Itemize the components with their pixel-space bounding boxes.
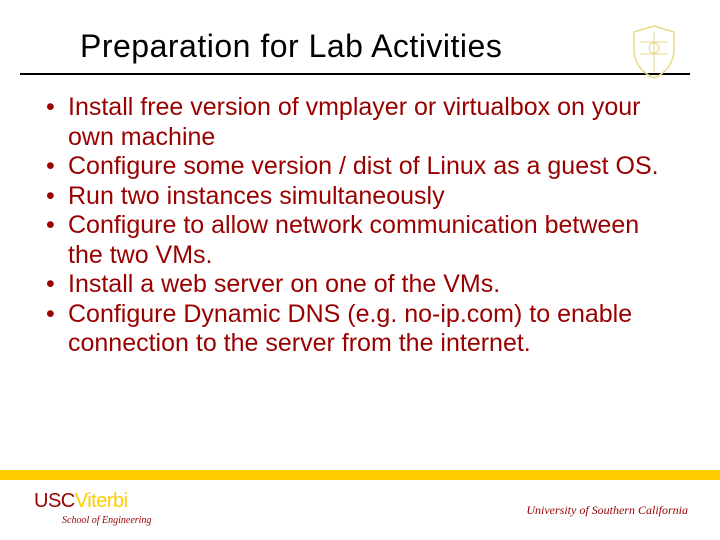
logo-viterbi-text: Viterbi — [75, 490, 128, 512]
list-item: Configure to allow network communication… — [40, 211, 680, 270]
bullet-list: Install free version of vmplayer or virt… — [40, 93, 680, 359]
list-item: Run two instances simultaneously — [40, 182, 680, 212]
university-name: University of Southern California — [526, 503, 688, 518]
list-item: Configure some version / dist of Linux a… — [40, 152, 680, 182]
header: Preparation for Lab Activities — [0, 0, 720, 75]
list-item: Install a web server on one of the VMs. — [40, 270, 680, 300]
footer: USCViterbi School of Engineering Univers… — [0, 470, 720, 540]
gold-bar — [0, 470, 720, 480]
logo-subtitle: School of Engineering — [62, 515, 151, 526]
list-item: Configure Dynamic DNS (e.g. no-ip.com) t… — [40, 300, 680, 359]
usc-viterbi-logo: USCViterbi School of Engineering — [34, 490, 151, 526]
shield-icon — [630, 24, 678, 80]
logo-text: USCViterbi — [34, 490, 151, 513]
list-item: Install free version of vmplayer or virt… — [40, 93, 680, 152]
slide-title: Preparation for Lab Activities — [80, 28, 680, 65]
title-underline — [20, 73, 690, 75]
logo-usc-text: USC — [34, 490, 75, 512]
slide: Preparation for Lab Activities Install f… — [0, 0, 720, 540]
content-area: Install free version of vmplayer or virt… — [0, 75, 720, 359]
